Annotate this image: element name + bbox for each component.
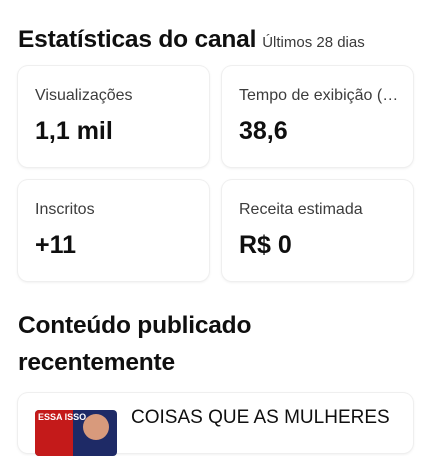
stat-card-watch-time[interactable]: Tempo de exibição (horas) 38,6 — [222, 66, 413, 167]
stat-card-subscribers[interactable]: Inscritos +11 — [18, 180, 209, 281]
stats-grid: Visualizações 1,1 mil Tempo de exibição … — [18, 66, 413, 281]
thumbnail-face — [83, 414, 109, 440]
video-title[interactable]: COISAS QUE AS MULHERES — [131, 407, 401, 429]
stat-label: Visualizações — [35, 87, 133, 104]
recent-video-item[interactable]: ESSA ISSO COISAS QUE AS MULHERES — [18, 393, 413, 456]
thumbnail-text: ESSA ISSO — [38, 412, 87, 422]
video-thumbnail[interactable]: ESSA ISSO — [35, 410, 117, 456]
stat-label: Inscritos — [35, 201, 95, 218]
stat-value: +11 — [35, 231, 77, 259]
stat-value: 1,1 mil — [35, 117, 113, 145]
channel-stats-header: Estatísticas do canal Últimos 28 dias — [18, 26, 422, 54]
stat-card-views[interactable]: Visualizações 1,1 mil — [18, 66, 209, 167]
stat-label: Receita estimada — [239, 201, 363, 218]
stat-value: R$ 0 — [239, 231, 292, 259]
stat-value: 38,6 — [239, 117, 288, 145]
period-label: Últimos 28 dias — [262, 34, 365, 51]
page-title: Estatísticas do canal — [18, 26, 257, 53]
recent-content-heading: Conteúdo publicado recentemente — [18, 312, 252, 376]
stat-label: Tempo de exibição (horas) — [239, 87, 413, 104]
stat-card-revenue[interactable]: Receita estimada R$ 0 — [222, 180, 413, 281]
